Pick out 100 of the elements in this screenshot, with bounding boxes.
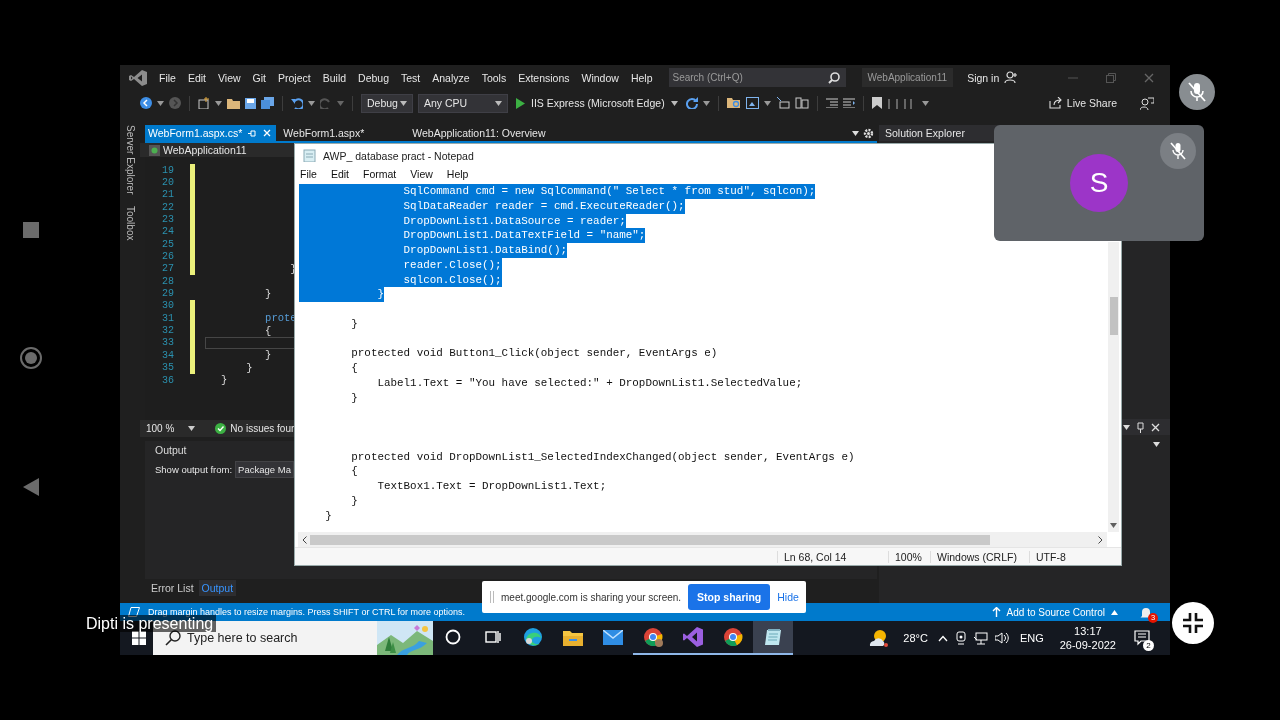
caret-icon (157, 100, 164, 106)
document-tab[interactable]: WebForm1.aspx.cs* (145, 125, 277, 141)
panel-tab[interactable]: Error List (148, 580, 197, 596)
menu-item[interactable]: Analyze (426, 68, 476, 87)
zoom-dropdown[interactable]: 100 % (146, 423, 196, 434)
menu-item[interactable]: Build (316, 68, 353, 87)
menu-item[interactable]: File (153, 68, 182, 87)
caret-icon (188, 426, 196, 431)
hide-button[interactable]: Hide (777, 591, 799, 603)
menu-item[interactable]: Format (361, 167, 403, 184)
save-icon[interactable] (245, 97, 256, 109)
columns-icon[interactable] (794, 97, 809, 109)
feedback-icon[interactable] (1140, 96, 1154, 110)
line-number: 19 (161, 164, 175, 176)
menu-item[interactable]: Edit (181, 68, 212, 87)
taskbar-button[interactable] (753, 621, 793, 655)
menu-item[interactable]: Test (395, 68, 427, 87)
mute-button[interactable] (1179, 74, 1215, 110)
vertical-scrollbar[interactable] (1108, 242, 1119, 532)
source-control-button[interactable]: Add to Source Control (991, 606, 1118, 618)
indent-icon[interactable] (825, 98, 838, 108)
project-dropdown[interactable]: WebApplication11 (149, 144, 247, 156)
network-icon[interactable] (973, 631, 988, 645)
menu-item[interactable]: Git (246, 68, 272, 87)
cloud-sun-icon[interactable] (868, 628, 891, 648)
menu-item[interactable]: Help (444, 167, 475, 184)
temperature[interactable]: 28°C (903, 632, 928, 644)
caret-icon (852, 130, 859, 136)
camera-icon[interactable] (954, 631, 967, 645)
platform-dropdown[interactable]: Any CPU (418, 93, 508, 113)
ribbon-icon (683, 627, 703, 647)
browser-icon[interactable] (745, 97, 759, 109)
chevron-right-icon[interactable] (1098, 535, 1103, 544)
speaker-icon[interactable] (994, 632, 1010, 644)
pin-icon[interactable] (248, 128, 258, 138)
menu-item[interactable]: Window (575, 68, 625, 87)
clock-date[interactable]: 26-09-2022 (1059, 639, 1116, 651)
horizontal-scrollbar[interactable] (298, 532, 1107, 547)
notification-icon[interactable] (1134, 630, 1150, 646)
swirl-icon (523, 627, 543, 647)
outdent-icon[interactable] (842, 98, 855, 108)
caret-icon (1110, 523, 1117, 528)
bookmark-icon[interactable] (871, 97, 882, 109)
menu-item[interactable]: Help (624, 68, 659, 87)
caret-icon (337, 100, 344, 106)
menu-item[interactable]: View (408, 167, 439, 184)
drag-handle-icon[interactable] (490, 591, 494, 603)
sign-in-button[interactable]: Sign in (963, 68, 1023, 87)
code-line: } (350, 390, 358, 406)
menu-item[interactable]: Edit (328, 167, 355, 184)
collapse-button[interactable] (1172, 602, 1214, 644)
menu-item[interactable]: Tools (475, 68, 513, 87)
undo-icon[interactable] (291, 97, 303, 109)
search-icon[interactable] (827, 72, 840, 84)
clock-time[interactable]: 13:17 (1074, 625, 1102, 637)
code-line: { (350, 464, 358, 479)
side-tab[interactable]: Server Explorer (124, 125, 136, 195)
line-number: 22 (161, 201, 175, 213)
back-icon[interactable] (140, 97, 152, 109)
menu-item[interactable]: View (212, 68, 247, 87)
gear-icon[interactable] (863, 127, 874, 139)
panel-tab[interactable]: Output (198, 580, 237, 596)
solution-name: WebApplication11 (861, 68, 954, 87)
up-arrow-icon (991, 607, 1001, 617)
folder-icon (563, 628, 583, 646)
live-share-button[interactable]: Live Share (1048, 97, 1117, 109)
language-indicator[interactable]: ENG (1019, 632, 1044, 644)
mic-off-icon (1170, 142, 1186, 160)
menu-item[interactable]: File (298, 167, 323, 184)
chevron-left-icon[interactable] (302, 535, 307, 544)
document-tab[interactable]: WebApplication11: Overview (409, 125, 549, 141)
menu-item[interactable]: Debug (352, 68, 395, 87)
folder-search-icon[interactable] (726, 97, 741, 109)
refresh-icon[interactable] (685, 97, 698, 109)
folder-icon[interactable] (227, 97, 240, 109)
code-line: } (264, 287, 272, 300)
caret-icon (495, 100, 502, 106)
sharing-message: meet.google.com is sharing your screen. (501, 591, 682, 603)
back-triangle-icon[interactable] (23, 478, 39, 496)
bell-icon[interactable] (1140, 605, 1152, 619)
save-all-icon[interactable] (261, 97, 274, 109)
code-line: protected void Button1_Click(object sender, EventArgs e) (350, 346, 718, 361)
chevron-up-icon[interactable] (937, 634, 948, 642)
line-number: 35 (161, 362, 175, 374)
search-field[interactable]: Search (Ctrl+Q) (668, 68, 846, 87)
output-source-dropdown[interactable]: Package Ma (235, 461, 294, 478)
pin-icon[interactable] (1136, 421, 1145, 433)
run-button[interactable]: IIS Express (Microsoft Edge) (513, 97, 681, 109)
new-item-icon[interactable] (198, 97, 210, 109)
menu-item[interactable]: Project (272, 68, 317, 87)
document-tab[interactable]: WebForm1.aspx* (280, 125, 368, 141)
caret-icon (670, 100, 678, 106)
configuration-dropdown[interactable]: Debug (361, 93, 413, 113)
circle-icon[interactable] (19, 346, 43, 370)
pointer-box-icon[interactable] (775, 97, 790, 109)
code-line: TextBox1.Text = DropDownList1.Text; (376, 479, 607, 494)
scroll-thumb[interactable] (1109, 297, 1118, 335)
stop-sharing-button[interactable]: Stop sharing (688, 584, 771, 610)
side-tab[interactable]: Toolbox (124, 206, 136, 241)
menu-item[interactable]: Extensions (512, 68, 576, 87)
